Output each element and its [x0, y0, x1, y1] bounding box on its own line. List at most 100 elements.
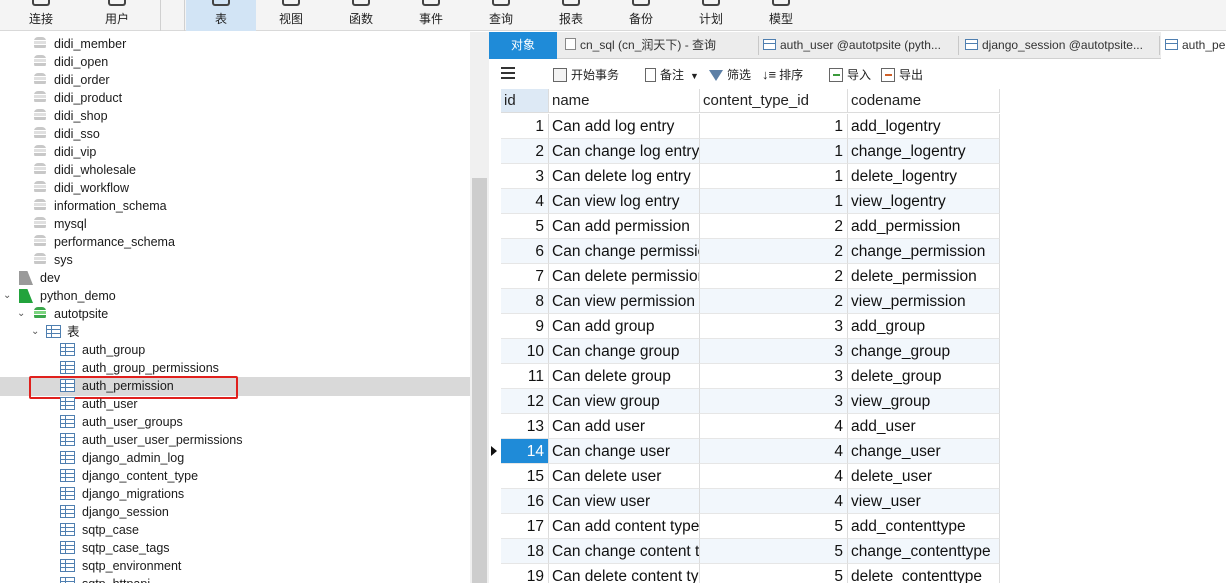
tree-db-didi_order[interactable]: didi_order	[0, 71, 460, 89]
tree-db-performance_schema[interactable]: performance_schema	[0, 233, 460, 251]
tree-db-didi_sso[interactable]: didi_sso	[0, 125, 460, 143]
cell-id[interactable]: 5	[501, 214, 549, 239]
tree-schema-autotpsite[interactable]: ⌄ autotpsite	[0, 305, 460, 323]
table-row[interactable]: 18Can change content type5change_content…	[489, 539, 1226, 564]
cell-name[interactable]: Can change user	[549, 439, 700, 464]
chevron-down-icon[interactable]: ⌄	[17, 305, 27, 323]
tree-db-didi_open[interactable]: didi_open	[0, 53, 460, 71]
tab-objects[interactable]: 对象	[489, 32, 557, 59]
tab-2[interactable]: django_session @autotpsite...	[961, 32, 1157, 59]
cell-content_type_id[interactable]: 4	[700, 489, 848, 514]
tree-table-auth_group[interactable]: auth_group	[0, 341, 460, 359]
cell-id[interactable]: 7	[501, 264, 549, 289]
tree-table-sqtp_case[interactable]: sqtp_case	[0, 521, 460, 539]
tree-table-sqtp_httpapi[interactable]: sqtp_httpapi	[0, 575, 460, 583]
cell-content_type_id[interactable]: 2	[700, 264, 848, 289]
cell-name[interactable]: Can delete group	[549, 364, 700, 389]
cell-codename[interactable]: add_contenttype	[848, 514, 1000, 539]
cell-name[interactable]: Can change permission	[549, 239, 700, 264]
table-row[interactable]: 4 Can view log entry 1 view_logentry	[489, 189, 1226, 214]
cell-name[interactable]: Can add log entry	[549, 114, 700, 139]
cell-codename[interactable]: delete_logentry	[848, 164, 1000, 189]
cell-codename[interactable]: delete_user	[848, 464, 1000, 489]
tab-3[interactable]: auth_pe	[1161, 32, 1226, 59]
cell-id[interactable]: 11	[501, 364, 549, 389]
toolbar-button-6[interactable]: 查询	[466, 0, 536, 31]
cell-codename[interactable]: change_permission	[848, 239, 1000, 264]
cell-codename[interactable]: add_group	[848, 314, 1000, 339]
cell-content_type_id[interactable]: 2	[700, 239, 848, 264]
cell-content_type_id[interactable]: 4	[700, 439, 848, 464]
memo-button[interactable]: 备注 ▼	[645, 66, 699, 84]
chevron-down-icon[interactable]: ⌄	[31, 323, 41, 341]
tree-table-auth_user_user_permissions[interactable]: auth_user_user_permissions	[0, 431, 460, 449]
cell-id[interactable]: 8	[501, 289, 549, 314]
table-row[interactable]: 13 Can add user 4 add_user	[489, 414, 1226, 439]
column-header-content_type_id[interactable]: content_type_id	[700, 89, 848, 113]
cell-name[interactable]: Can add user	[549, 414, 700, 439]
cell-id[interactable]: 12	[501, 389, 549, 414]
sort-button[interactable]: ↓≡ 排序	[762, 66, 803, 84]
cell-content_type_id[interactable]: 3	[700, 389, 848, 414]
cell-codename[interactable]: change_contenttype	[848, 539, 1000, 564]
cell-id[interactable]: 2	[501, 139, 549, 164]
tree-db-didi_wholesale[interactable]: didi_wholesale	[0, 161, 460, 179]
cell-name[interactable]: Can delete log entry	[549, 164, 700, 189]
cell-codename[interactable]: change_logentry	[848, 139, 1000, 164]
tree-db-information_schema[interactable]: information_schema	[0, 197, 460, 215]
tab-1[interactable]: auth_user @autotpsite (pyth...	[759, 32, 956, 59]
filter-button[interactable]: 筛选	[709, 66, 751, 84]
cell-content_type_id[interactable]: 1	[700, 189, 848, 214]
cell-id[interactable]: 14	[501, 439, 549, 464]
tree-db-didi_workflow[interactable]: didi_workflow	[0, 179, 460, 197]
chevron-down-icon[interactable]: ⌄	[3, 287, 13, 305]
tree-tables-folder[interactable]: ⌄ 表	[0, 323, 460, 341]
cell-name[interactable]: Can add group	[549, 314, 700, 339]
tree-table-django_migrations[interactable]: django_migrations	[0, 485, 460, 503]
cell-codename[interactable]: view_permission	[848, 289, 1000, 314]
cell-codename[interactable]: change_group	[848, 339, 1000, 364]
cell-name[interactable]: Can delete user	[549, 464, 700, 489]
tree-db-sys[interactable]: sys	[0, 251, 460, 269]
cell-content_type_id[interactable]: 1	[700, 139, 848, 164]
cell-name[interactable]: Can view permission	[549, 289, 700, 314]
cell-id[interactable]: 17	[501, 514, 549, 539]
cell-name[interactable]: Can view log entry	[549, 189, 700, 214]
column-header-id[interactable]: id	[501, 89, 549, 113]
cell-content_type_id[interactable]: 3	[700, 314, 848, 339]
toolbar-button-4[interactable]: 函数	[326, 0, 396, 31]
tree-table-django_session[interactable]: django_session	[0, 503, 460, 521]
tree-db-mysql[interactable]: mysql	[0, 215, 460, 233]
toolbar-button-0[interactable]: 连接	[6, 0, 76, 31]
tree-table-auth_user[interactable]: auth_user	[0, 395, 460, 413]
table-row[interactable]: 5 Can add permission 2 add_permission	[489, 214, 1226, 239]
cell-id[interactable]: 1	[501, 114, 549, 139]
tree-connection-python_demo[interactable]: ⌄ python_demo	[0, 287, 460, 305]
cell-name[interactable]: Can delete content type	[549, 564, 700, 583]
cell-content_type_id[interactable]: 2	[700, 214, 848, 239]
tree-scrollbar-thumb[interactable]	[472, 178, 487, 583]
table-row[interactable]: 9 Can add group 3 add_group	[489, 314, 1226, 339]
begin-transaction-button[interactable]: 开始事务	[553, 66, 619, 84]
cell-id[interactable]: 19	[501, 564, 549, 583]
cell-id[interactable]: 3	[501, 164, 549, 189]
cell-name[interactable]: Can change content type	[549, 539, 700, 564]
table-row[interactable]: 1 Can add log entry 1 add_logentry	[489, 114, 1226, 139]
export-button[interactable]: 导出	[881, 66, 923, 84]
cell-content_type_id[interactable]: 2	[700, 289, 848, 314]
cell-name[interactable]: Can view group	[549, 389, 700, 414]
import-button[interactable]: 导入	[829, 66, 871, 84]
cell-codename[interactable]: change_user	[848, 439, 1000, 464]
tree-table-django_admin_log[interactable]: django_admin_log	[0, 449, 460, 467]
toolbar-button-9[interactable]: 计划	[676, 0, 746, 31]
cell-content_type_id[interactable]: 5	[700, 539, 848, 564]
cell-id[interactable]: 4	[501, 189, 549, 214]
tree-scrollbar[interactable]	[470, 32, 489, 583]
tree-table-auth_permission[interactable]: auth_permission	[0, 377, 460, 395]
cell-content_type_id[interactable]: 3	[700, 339, 848, 364]
column-header-codename[interactable]: codename	[848, 89, 1000, 113]
column-header-name[interactable]: name	[549, 89, 700, 113]
cell-name[interactable]: Can add permission	[549, 214, 700, 239]
tree-connection-dev[interactable]: dev	[0, 269, 460, 287]
table-row[interactable]: 7 Can delete permission 2 delete_permission	[489, 264, 1226, 289]
